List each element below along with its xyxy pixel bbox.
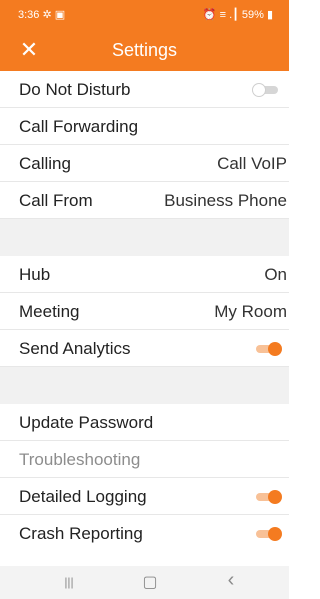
android-nav-bar: ||| ▢ ‹ <box>0 566 289 599</box>
section-spacer <box>0 367 289 404</box>
status-time: 3:36 ✲ ▣ <box>18 8 65 21</box>
troubleshooting-label: Troubleshooting <box>19 450 141 469</box>
call-from-value: Business Phone <box>164 191 287 210</box>
call-from-label: Call From <box>19 191 93 210</box>
recents-icon[interactable]: ||| <box>57 575 81 589</box>
row-update-password[interactable]: Update Password <box>0 404 289 441</box>
toggle-thumb <box>268 490 282 504</box>
section-spacer <box>0 219 289 256</box>
crash-reporting-label: Crash Reporting <box>19 524 143 543</box>
toggle-thumb <box>268 527 282 541</box>
back-icon[interactable]: ‹ <box>219 569 243 592</box>
do-not-disturb-label: Do Not Disturb <box>19 80 131 99</box>
home-icon[interactable]: ▢ <box>138 572 162 592</box>
send-analytics-label: Send Analytics <box>19 339 131 358</box>
detailed-logging-label: Detailed Logging <box>19 487 147 506</box>
update-password-label: Update Password <box>19 413 154 432</box>
hub-value: On <box>264 265 287 284</box>
detailed-logging-toggle[interactable] <box>252 490 282 504</box>
row-meeting[interactable]: Meeting My Room <box>0 293 289 330</box>
toggle-thumb <box>252 83 266 97</box>
page-title: Settings <box>111 40 178 60</box>
send-analytics-toggle[interactable] <box>252 342 282 356</box>
calling-label: Calling <box>19 154 71 173</box>
row-do-not-disturb[interactable]: Do Not Disturb <box>0 71 289 108</box>
do-not-disturb-toggle[interactable] <box>252 83 282 97</box>
call-forwarding-label: Call Forwarding <box>19 117 139 136</box>
calling-value: Call VoIP <box>217 154 287 173</box>
status-right-icons: ⏰ ≡ .┃ 59% ▮ <box>202 9 273 21</box>
hub-label: Hub <box>19 265 51 284</box>
status-bar: 3:36 ✲ ▣ ⏰ ≡ .┃ 59% ▮ <box>0 0 289 30</box>
row-crash-reporting[interactable]: Crash Reporting <box>0 515 289 552</box>
notification-icons: ✲ ▣ <box>42 9 66 21</box>
meeting-label: Meeting <box>19 302 80 321</box>
row-hub[interactable]: Hub On <box>0 256 289 293</box>
meeting-value: My Room <box>214 302 287 321</box>
row-send-analytics[interactable]: Send Analytics <box>0 330 289 367</box>
troubleshooting-heading: Troubleshooting <box>0 441 289 478</box>
crash-reporting-toggle[interactable] <box>252 527 282 541</box>
app-header: ✕ Settings <box>0 30 289 71</box>
row-calling[interactable]: Calling Call VoIP <box>0 145 289 182</box>
clock-text: 3:36 <box>18 9 40 21</box>
row-detailed-logging[interactable]: Detailed Logging <box>0 478 289 515</box>
toggle-thumb <box>268 342 282 356</box>
row-call-from[interactable]: Call From Business Phone <box>0 182 289 219</box>
row-call-forwarding[interactable]: Call Forwarding <box>0 108 289 145</box>
